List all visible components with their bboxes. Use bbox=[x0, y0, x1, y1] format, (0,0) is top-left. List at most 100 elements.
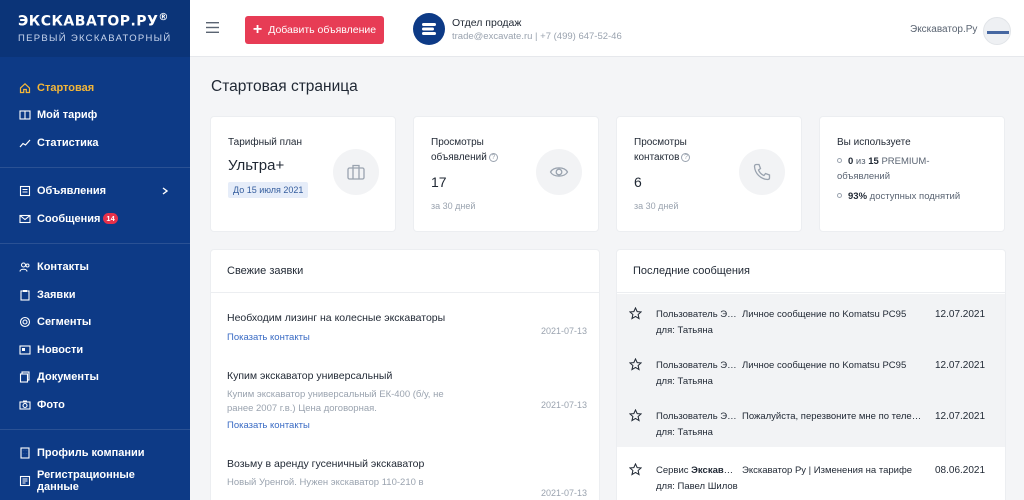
sidebar-item-registration[interactable]: Регистрационные данные bbox=[0, 467, 190, 495]
add-listing-label: Добавить объявление bbox=[268, 24, 377, 36]
message-date: 12.07.2021 bbox=[935, 360, 986, 371]
logo[interactable]: ЭКСКАВАТОР.РУ® ПЕРВЫЙ ЭКСКАВАТОРНЫЙ bbox=[0, 0, 190, 57]
user-name[interactable]: Экскаватор.Ру bbox=[910, 24, 977, 35]
nav-group-data: Контакты Заявки Сегменты Новости Докумен… bbox=[0, 244, 190, 430]
sidebar-item-label: Контакты bbox=[37, 261, 89, 274]
chevron-right-icon bbox=[162, 186, 169, 195]
sidebar: ЭКСКАВАТОР.РУ® ПЕРВЫЙ ЭКСКАВАТОРНЫЙ Стар… bbox=[0, 0, 190, 500]
request-date: 2021-07-13 bbox=[540, 400, 587, 410]
tariff-card-value: Ультра+ bbox=[228, 157, 285, 174]
sales-department-title: Отдел продаж bbox=[452, 17, 522, 29]
star-icon[interactable] bbox=[629, 358, 642, 371]
plus-icon: + bbox=[252, 21, 263, 38]
documents-icon bbox=[19, 371, 31, 383]
request-date: 2021-07-13 bbox=[540, 488, 587, 498]
eye-icon bbox=[536, 149, 582, 195]
contact-views-card: Просмотры контактов? 6 за 30 дней bbox=[617, 117, 801, 231]
usage-card-label: Вы используете bbox=[837, 137, 911, 148]
photo-icon bbox=[19, 399, 31, 411]
sidebar-item-label: Сегменты bbox=[37, 316, 92, 329]
table-row[interactable]: Пользователь Экскаватор.Рудля: Татьяна П… bbox=[617, 396, 1005, 447]
contact-views-label: Просмотры контактов? bbox=[634, 135, 734, 165]
tariff-card-label: Тарифный план bbox=[228, 137, 303, 148]
listing-views-label: Просмотры объявлений? bbox=[431, 135, 531, 165]
table-row[interactable]: Сервис Экскаватор.Рудля: Павел Шилов Экс… bbox=[617, 450, 1005, 500]
request-description: Купим экскаватор универсальный ЕК-400 (б… bbox=[227, 389, 444, 414]
sidebar-item-contacts[interactable]: Контакты bbox=[0, 254, 190, 282]
request-date: 2021-07-13 bbox=[540, 326, 587, 336]
message-date: 12.07.2021 bbox=[935, 411, 986, 422]
logo-subtitle: ПЕРВЫЙ ЭКСКАВАТОРНЫЙ bbox=[18, 32, 172, 44]
add-listing-button[interactable]: + Добавить объявление bbox=[245, 16, 384, 44]
show-contacts-link[interactable]: Показать контакты bbox=[227, 332, 587, 343]
list-item: Необходим лизинг на колесные экскаваторы… bbox=[227, 312, 587, 343]
sidebar-item-label: Профиль компании bbox=[37, 447, 145, 460]
home-icon bbox=[19, 82, 31, 94]
star-icon[interactable] bbox=[629, 307, 642, 320]
sidebar-item-label: Заявки bbox=[37, 288, 76, 301]
chart-line-icon bbox=[19, 137, 31, 149]
message-date: 08.06.2021 bbox=[935, 465, 986, 476]
message-sender: Пользователь Экскаватор.Рудля: Татьяна bbox=[656, 411, 738, 438]
users-icon bbox=[19, 261, 31, 273]
sidebar-item-start[interactable]: Стартовая bbox=[0, 74, 190, 102]
premium-usage: 0 из 15 PREMIUM- объявлений bbox=[837, 156, 930, 182]
sidebar-item-news[interactable]: Новости bbox=[0, 336, 190, 364]
page-title: Стартовая страница bbox=[211, 78, 358, 95]
listing-views-value: 17 bbox=[431, 174, 447, 190]
sales-department-contact[interactable]: trade@excavate.ru | +7 (499) 647-52-46 bbox=[452, 31, 622, 42]
sidebar-item-label: Фото bbox=[37, 398, 65, 411]
star-icon[interactable] bbox=[629, 409, 642, 422]
request-title[interactable]: Купим экскаватор универсальный bbox=[227, 370, 587, 382]
registration-icon bbox=[19, 475, 31, 487]
sidebar-item-documents[interactable]: Документы bbox=[0, 364, 190, 392]
request-title[interactable]: Возьму в аренду гусеничный экскаватор bbox=[227, 458, 587, 470]
sidebar-item-label: Документы bbox=[37, 371, 99, 384]
listing-views-card: Просмотры объявлений? 17 за 30 дней bbox=[414, 117, 598, 231]
last-messages-title: Последние сообщения bbox=[617, 250, 1005, 293]
menu-icon[interactable] bbox=[206, 22, 219, 33]
sidebar-item-statistics[interactable]: Статистика bbox=[0, 129, 190, 157]
tariff-icon bbox=[19, 109, 31, 121]
show-contacts-link[interactable]: Показать контакты bbox=[227, 420, 587, 431]
sidebar-item-label: Новости bbox=[37, 343, 84, 356]
target-icon bbox=[19, 316, 31, 328]
sidebar-item-tariff[interactable]: Мой тариф bbox=[0, 102, 190, 130]
nav-group-main: Стартовая Мой тариф Статистика bbox=[0, 57, 190, 168]
usage-card: Вы используете 0 из 15 PREMIUM- объявлен… bbox=[820, 117, 1004, 231]
news-icon bbox=[19, 344, 31, 356]
sidebar-item-photo[interactable]: Фото bbox=[0, 391, 190, 419]
sales-logo-icon bbox=[413, 13, 445, 45]
message-sender: Сервис Экскаватор.Рудля: Павел Шилов bbox=[656, 465, 738, 492]
message-subject: Пожалуйста, перезвоните мне по телефону bbox=[742, 411, 922, 422]
sidebar-item-label: Регистрационные данные bbox=[37, 468, 135, 493]
help-icon[interactable]: ? bbox=[488, 153, 498, 162]
table-row[interactable]: Пользователь Экскаватор.Рудля: Татьяна Л… bbox=[617, 345, 1005, 396]
avatar[interactable] bbox=[983, 17, 1011, 45]
top-header: + Добавить объявление Отдел продаж trade… bbox=[190, 0, 1024, 57]
star-icon[interactable] bbox=[629, 463, 642, 476]
sidebar-item-company-profile[interactable]: Профиль компании bbox=[0, 440, 190, 468]
sidebar-item-label: Статистика bbox=[37, 136, 99, 149]
mail-icon bbox=[19, 213, 31, 225]
sidebar-item-segments[interactable]: Сегменты bbox=[0, 309, 190, 337]
help-icon[interactable]: ? bbox=[681, 153, 691, 162]
sidebar-item-listings[interactable]: Объявления bbox=[0, 178, 190, 206]
nav-group-content: Объявления Сообщения 14 bbox=[0, 168, 190, 244]
clipboard-icon bbox=[19, 289, 31, 301]
tariff-card: Тарифный план Ультра+ До 15 июля 2021 bbox=[211, 117, 395, 231]
sidebar-item-label: Сообщения bbox=[37, 212, 101, 225]
message-date: 12.07.2021 bbox=[935, 309, 986, 320]
sidebar-item-label: Стартовая bbox=[37, 81, 95, 94]
list-item: Возьму в аренду гусеничный экскаватор Но… bbox=[227, 458, 587, 498]
request-title[interactable]: Необходим лизинг на колесные экскаваторы bbox=[227, 312, 587, 324]
sidebar-item-messages[interactable]: Сообщения 14 bbox=[0, 205, 190, 233]
listing-views-period: за 30 дней bbox=[431, 201, 476, 211]
message-subject: Личное сообщение по Komatsu PC95 bbox=[742, 309, 907, 320]
contact-views-period: за 30 дней bbox=[634, 201, 679, 211]
sidebar-item-requests[interactable]: Заявки bbox=[0, 281, 190, 309]
phone-icon bbox=[739, 149, 785, 195]
fresh-requests-panel: Свежие заявки Необходим лизинг на колесн… bbox=[211, 250, 599, 500]
sidebar-item-label: Объявления bbox=[37, 185, 107, 198]
table-row[interactable]: Пользователь Экскаватор.Рудля: Татьяна Л… bbox=[617, 294, 1005, 345]
